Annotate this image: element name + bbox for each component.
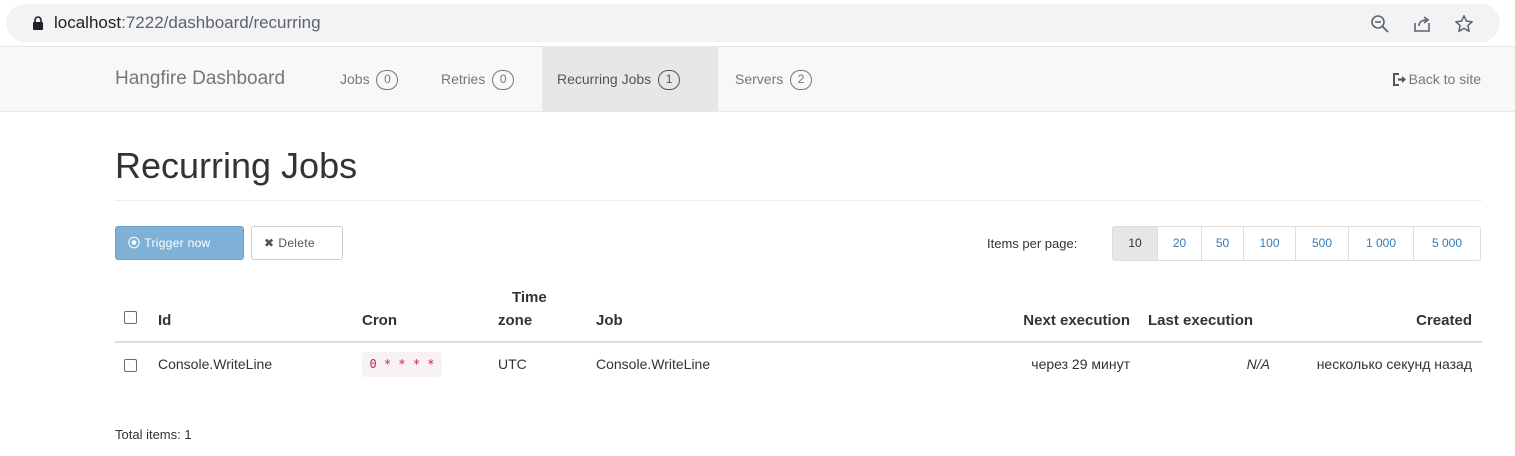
delete-button[interactable]: ✖ Delete bbox=[251, 226, 343, 260]
browser-toolbar: localhost:7222/dashboard/recurring bbox=[0, 0, 1515, 46]
close-icon: ✖ bbox=[264, 236, 275, 250]
nav-retries[interactable]: Retries 0 bbox=[426, 47, 529, 111]
created-cell: несколько секунд назад bbox=[1316, 356, 1472, 372]
page-size-option[interactable]: 100 bbox=[1243, 227, 1295, 260]
delete-label: Delete bbox=[278, 236, 315, 250]
title-divider bbox=[115, 200, 1482, 201]
page-size-option[interactable]: 1 000 bbox=[1348, 227, 1413, 260]
url-path: :7222/dashboard/recurring bbox=[121, 13, 321, 32]
page-size-option[interactable]: 10 bbox=[1113, 227, 1157, 260]
column-header-next-execution: Next execution bbox=[1023, 312, 1130, 329]
trigger-now-label: Trigger now bbox=[144, 236, 211, 250]
job-id-link[interactable]: Console.WriteLine bbox=[158, 355, 272, 373]
url-host: localhost bbox=[54, 13, 122, 32]
top-navbar: Hangfire Dashboard Jobs 0 Retries 0 Recu… bbox=[0, 46, 1515, 112]
jobs-count-badge: 0 bbox=[376, 70, 399, 91]
address-bar[interactable]: localhost:7222/dashboard/recurring bbox=[6, 4, 1500, 42]
column-header-id: Id bbox=[158, 312, 172, 329]
nav-retries-label: Retries bbox=[441, 71, 486, 87]
page-size-option[interactable]: 500 bbox=[1295, 227, 1348, 260]
job-cell: Console.WriteLine bbox=[596, 356, 711, 372]
retries-count-badge: 0 bbox=[492, 70, 515, 91]
brand-link[interactable]: Hangfire Dashboard bbox=[115, 47, 285, 111]
total-items-label: Total items: 1 bbox=[115, 427, 192, 442]
items-per-page-label: Items per page: bbox=[987, 236, 1078, 251]
zoom-icon[interactable] bbox=[1370, 14, 1390, 34]
last-execution-cell: N/A bbox=[1246, 356, 1270, 372]
lock-icon[interactable] bbox=[32, 16, 44, 30]
servers-count-badge: 2 bbox=[790, 70, 813, 91]
table-header-divider bbox=[115, 341, 1482, 343]
trigger-now-button[interactable]: ⦿ Trigger now bbox=[115, 226, 244, 260]
column-header-time-zone-line2: zone bbox=[498, 312, 533, 329]
page-size-option[interactable]: 5 000 bbox=[1413, 227, 1480, 260]
nav-recurring-jobs[interactable]: Recurring Jobs 1 bbox=[542, 47, 718, 111]
nav-jobs[interactable]: Jobs 0 bbox=[325, 47, 413, 111]
nav-servers-label: Servers bbox=[735, 71, 784, 87]
back-to-site-label: Back to site bbox=[1408, 71, 1481, 87]
url-text[interactable]: localhost:7222/dashboard/recurring bbox=[54, 13, 321, 33]
column-header-job: Job bbox=[596, 312, 623, 329]
row-checkbox[interactable] bbox=[124, 359, 137, 372]
cron-expression: 0 * * * * bbox=[362, 352, 442, 377]
page-title: Recurring Jobs bbox=[115, 145, 358, 186]
column-header-created: Created bbox=[1416, 312, 1472, 329]
exit-icon bbox=[1392, 49, 1407, 113]
recurring-count-badge: 1 bbox=[658, 70, 681, 91]
nav-servers[interactable]: Servers 2 bbox=[720, 47, 827, 111]
page-size-selector: 10 20 50 100 500 1 000 5 000 bbox=[1112, 226, 1481, 261]
column-header-time-zone-line1: Time bbox=[512, 289, 547, 306]
page-size-option[interactable]: 50 bbox=[1201, 227, 1243, 260]
share-icon[interactable] bbox=[1412, 14, 1432, 34]
bookmark-star-icon[interactable] bbox=[1454, 14, 1474, 34]
select-all-checkbox[interactable] bbox=[124, 311, 137, 324]
next-execution-cell: через 29 минут bbox=[1031, 356, 1130, 372]
play-circle-icon: ⦿ bbox=[128, 236, 141, 250]
page-size-option[interactable]: 20 bbox=[1157, 227, 1201, 260]
nav-recurring-jobs-label: Recurring Jobs bbox=[557, 71, 652, 87]
column-header-last-execution: Last execution bbox=[1148, 312, 1254, 329]
nav-jobs-label: Jobs bbox=[340, 71, 370, 87]
time-zone-cell: UTC bbox=[498, 356, 527, 372]
back-to-site-link[interactable]: Back to site bbox=[1392, 47, 1481, 113]
column-header-cron: Cron bbox=[362, 312, 397, 329]
